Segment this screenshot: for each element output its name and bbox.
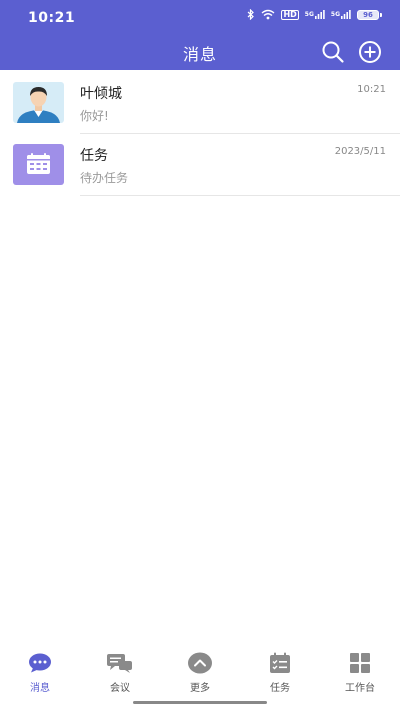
bluetooth-icon — [248, 9, 255, 20]
conversation-item-yeqingcheng[interactable]: 叶倾城 你好! 10:21 — [0, 72, 400, 134]
chat-bubble-icon — [27, 652, 53, 674]
status-icons: HD 5G 5G 96 — [247, 9, 382, 20]
hd-badge: HD — [281, 9, 299, 20]
home-indicator — [133, 701, 267, 704]
search-icon — [322, 41, 344, 63]
tab-more[interactable]: 更多 — [160, 652, 240, 702]
search-button[interactable] — [321, 40, 345, 64]
person-avatar — [13, 82, 64, 123]
tab-tasks[interactable]: 任务 — [240, 652, 320, 702]
signal-icon-1: 5G — [305, 10, 325, 19]
calendar-icon — [27, 153, 50, 174]
wifi-icon — [261, 9, 275, 20]
divider — [80, 195, 400, 196]
add-button[interactable] — [358, 40, 382, 64]
conversation-item-task[interactable]: 任务 待办任务 2023/5/11 — [0, 134, 400, 196]
app-header: 10:21 HD 5G 5G 96 消息 — [0, 0, 400, 70]
tab-label: 会议 — [110, 683, 130, 694]
signal-label-2: 5G — [330, 11, 340, 18]
tab-label: 更多 — [190, 683, 210, 694]
signal-icon-2: 5G — [331, 10, 351, 19]
conversation-name: 任务 — [80, 148, 108, 164]
task-avatar — [13, 144, 64, 185]
signal-label-1: 5G — [304, 11, 314, 18]
plus-circle-icon — [359, 41, 381, 63]
tab-messages[interactable]: 消息 — [0, 652, 80, 702]
battery-tip — [380, 12, 382, 17]
status-time: 10:21 — [28, 10, 76, 26]
tab-label: 消息 — [30, 683, 50, 694]
conversation-preview: 你好! — [80, 109, 109, 123]
conversation-time: 2023/5/11 — [334, 146, 386, 157]
tab-workbench[interactable]: 工作台 — [320, 652, 400, 702]
conversation-preview: 待办任务 — [80, 171, 129, 185]
conversation-time: 10:21 — [357, 84, 386, 95]
task-list-icon — [267, 652, 293, 674]
battery-icon: 96 — [357, 9, 379, 20]
grid-icon — [347, 652, 373, 674]
chevron-up-icon — [187, 652, 213, 674]
tab-label: 任务 — [270, 683, 290, 694]
meeting-icon — [107, 652, 133, 674]
tab-label: 工作台 — [345, 683, 375, 694]
conversation-name: 叶倾城 — [80, 86, 122, 102]
tab-meetings[interactable]: 会议 — [80, 652, 160, 702]
